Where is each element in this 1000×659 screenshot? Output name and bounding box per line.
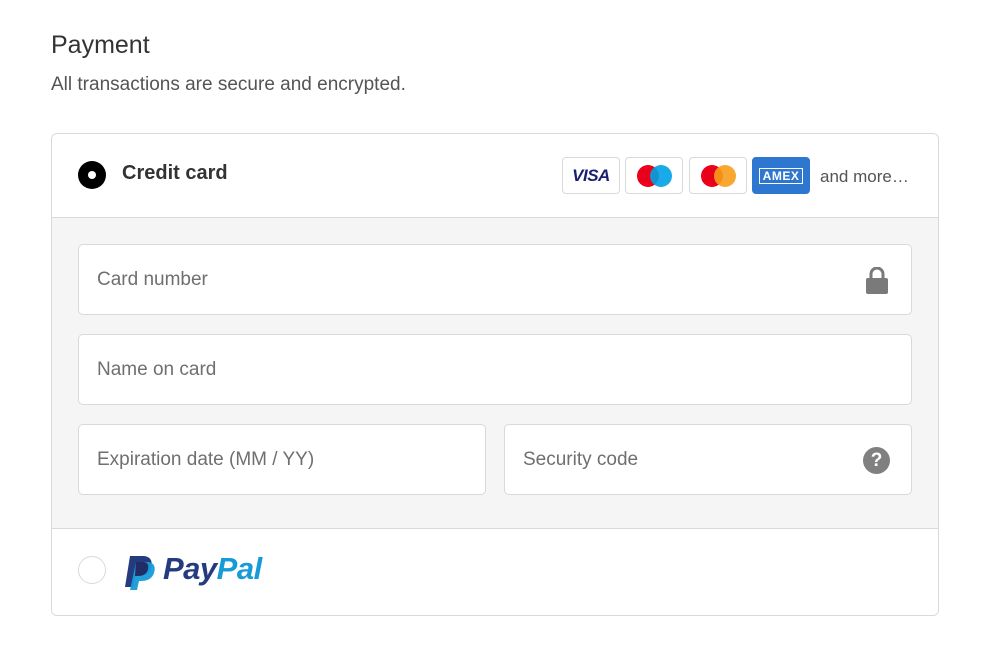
- payment-methods-panel: Credit card VISA AMEX and more… Card num…: [51, 133, 939, 616]
- security-code-input[interactable]: [505, 425, 911, 494]
- security-code-field: ?: [504, 424, 912, 495]
- name-on-card-input[interactable]: [79, 335, 911, 404]
- credit-card-label[interactable]: Credit card: [122, 162, 228, 185]
- name-on-card-field: [78, 334, 912, 405]
- paypal-wordmark: PayPal: [163, 551, 262, 587]
- visa-icon: VISA: [562, 157, 620, 194]
- credit-card-option[interactable]: Credit card VISA AMEX and more…: [52, 134, 938, 218]
- maestro-icon: [625, 157, 683, 194]
- help-icon[interactable]: ?: [863, 447, 890, 474]
- credit-card-radio[interactable]: [78, 161, 106, 189]
- paypal-wordmark-pay: Pay: [163, 551, 217, 586]
- security-note: All transactions are secure and encrypte…: [51, 74, 406, 95]
- more-brands-label: and more…: [820, 167, 909, 186]
- card-number-input[interactable]: [79, 245, 911, 314]
- paypal-wordmark-pal: Pal: [216, 551, 263, 586]
- expiration-date-field: [78, 424, 486, 495]
- amex-icon: AMEX: [752, 157, 810, 194]
- paypal-radio[interactable]: [78, 556, 106, 584]
- page-title: Payment: [51, 31, 150, 59]
- amex-logo-text: AMEX: [758, 167, 804, 184]
- card-number-field: [78, 244, 912, 315]
- expiration-date-input[interactable]: [79, 425, 485, 494]
- credit-card-form: ?: [52, 218, 938, 529]
- paypal-icon: [125, 556, 155, 590]
- mastercard-icon: [689, 157, 747, 194]
- paypal-option[interactable]: PayPal: [52, 530, 938, 615]
- lock-icon: [866, 267, 888, 294]
- visa-logo-text: VISA: [572, 165, 610, 185]
